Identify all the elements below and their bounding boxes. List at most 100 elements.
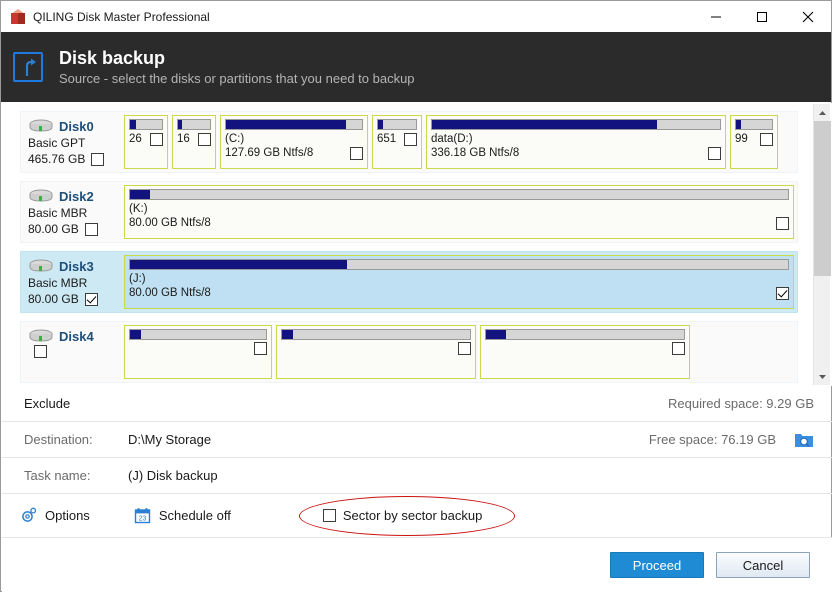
exclude-label[interactable]: Exclude (24, 396, 70, 411)
task-name-label: Task name: (24, 468, 91, 483)
partition-footer: 16 (177, 132, 211, 147)
partition-list: (K:) 80.00 GB Ntfs/8 (124, 185, 794, 239)
disk-row[interactable]: Disk0 Basic GPT 465.76 GB 26 16 (C:) 127.69 GB… (20, 111, 798, 173)
required-space: Required space: 9.29 GB (668, 396, 814, 411)
proceed-button[interactable]: Proceed (610, 552, 704, 578)
page-header: Disk backup Source - select the disks or… (1, 32, 831, 102)
partition-size: 336.18 GB Ntfs/8 (431, 147, 520, 159)
disk-checkbox[interactable] (84, 292, 98, 306)
exclude-row[interactable]: Exclude Required space: 9.29 GB (2, 386, 832, 422)
svg-text:23: 23 (138, 515, 146, 522)
partition-list: (J:) 80.00 GB Ntfs/8 (124, 255, 794, 309)
partition-size: 127.69 GB Ntfs/8 (225, 147, 314, 159)
disk-type: Basic MBR (28, 206, 88, 220)
maximize-icon[interactable] (739, 1, 785, 32)
task-name-value[interactable]: (J) Disk backup (128, 468, 218, 483)
destination-value[interactable]: D:\My Storage (128, 432, 211, 447)
task-name-row[interactable]: Task name: (J) Disk backup (2, 458, 832, 494)
sector-by-sector-checkbox[interactable] (322, 509, 336, 522)
partition-card[interactable]: 651 (372, 115, 422, 169)
disk-type: Basic MBR (28, 276, 88, 290)
partition-size: 80.00 GB Ntfs/8 (129, 217, 211, 229)
sector-by-sector-label: Sector by sector backup (342, 508, 483, 523)
partition-checkbox[interactable] (350, 147, 363, 160)
chevron-up-icon[interactable] (814, 104, 831, 121)
disk-row[interactable]: Disk2 Basic MBR 80.00 GB (K:) 80.00 GB Ntfs/… (20, 181, 798, 243)
destination-label: Destination: (24, 432, 93, 447)
partition-card[interactable]: (C:) 127.69 GB Ntfs/8 (220, 115, 368, 169)
partition-card[interactable] (480, 325, 690, 379)
partition-footer: 26 (129, 132, 163, 147)
cancel-button[interactable]: Cancel (716, 552, 810, 578)
title-bar: QILING Disk Master Professional (1, 1, 831, 32)
partition-usage-bar (129, 259, 789, 270)
disk-checkbox[interactable] (84, 222, 98, 236)
disk-row[interactable]: Disk3 Basic MBR 80.00 GB (J:) 80.00 GB Ntfs/… (20, 251, 798, 313)
disk-summary: Disk4 (24, 325, 124, 379)
partition-checkbox[interactable] (776, 217, 789, 230)
disk-checkbox[interactable] (34, 345, 47, 358)
partition-footer: 651 (377, 132, 417, 147)
disk-size: 80.00 GB (28, 292, 79, 306)
partition-checkbox[interactable] (672, 342, 685, 355)
partition-checkbox[interactable] (198, 133, 211, 146)
partition-card[interactable]: 26 (124, 115, 168, 169)
partition-footer (281, 342, 471, 355)
schedule-button[interactable]: 23 Schedule off (134, 507, 231, 524)
partition-checkbox[interactable] (458, 342, 471, 355)
vertical-scrollbar[interactable] (813, 104, 831, 385)
cube-icon (10, 8, 26, 25)
partition-checkbox[interactable] (150, 133, 163, 146)
application-window: QILING Disk Master Professional Disk bac… (0, 0, 832, 592)
partition-usage-bar (225, 119, 363, 130)
disk-name: Disk4 (59, 328, 94, 344)
options-label: Options (45, 508, 90, 523)
gear-icon (20, 507, 37, 524)
disk-backup-icon (13, 52, 43, 82)
partition-checkbox[interactable] (404, 133, 417, 146)
partition-list: 26 16 (C:) 127.69 GB Ntfs/8 651 data(D:) 336.1… (124, 115, 794, 169)
partition-footer: 80.00 GB Ntfs/8 (129, 216, 789, 231)
disk-row[interactable]: Disk4 (20, 321, 798, 383)
hard-disk-icon (28, 189, 54, 203)
partition-card[interactable]: 99 (730, 115, 778, 169)
options-button[interactable]: Options (20, 507, 90, 524)
schedule-label: Schedule off (158, 508, 231, 523)
disk-checkbox[interactable] (91, 152, 105, 166)
disk-name: Disk2 (59, 188, 94, 204)
chevron-down-icon[interactable] (814, 368, 831, 385)
partition-card[interactable] (124, 325, 272, 379)
partition-card[interactable] (276, 325, 476, 379)
partition-card[interactable]: (J:) 80.00 GB Ntfs/8 (124, 255, 794, 309)
partition-size: 16 (177, 133, 190, 145)
partition-card[interactable]: (K:) 80.00 GB Ntfs/8 (124, 185, 794, 239)
disk-name: Disk0 (59, 118, 94, 134)
partition-footer (485, 342, 685, 355)
info-panel: Exclude Required space: 9.29 GB Destinat… (2, 386, 832, 494)
partition-checkbox[interactable] (776, 287, 789, 300)
partition-size: 80.00 GB Ntfs/8 (129, 287, 211, 299)
close-icon[interactable] (785, 1, 831, 32)
disk-list[interactable]: Disk0 Basic GPT 465.76 GB 26 16 (C:) 127.69 GB… (2, 103, 832, 386)
partition-label: (K:) (129, 203, 148, 215)
partition-card[interactable]: data(D:) 336.18 GB Ntfs/8 (426, 115, 726, 169)
partition-label: data(D:) (431, 133, 473, 145)
action-bar: Options 23 Schedule off Sector by sector… (2, 494, 832, 538)
disk-size: 80.00 GB (28, 222, 79, 236)
partition-checkbox[interactable] (760, 133, 773, 146)
page-subtitle: Source - select the disks or partitions … (59, 70, 415, 86)
partition-card[interactable]: 16 (172, 115, 216, 169)
partition-checkbox[interactable] (254, 342, 267, 355)
partition-footer: 99 (735, 132, 773, 147)
partition-usage-bar (281, 329, 471, 340)
window-controls (693, 1, 831, 32)
scrollbar-thumb[interactable] (814, 121, 831, 276)
destination-row[interactable]: Destination: D:\My Storage Free space: 7… (2, 422, 832, 458)
partition-usage-bar (129, 119, 163, 130)
minimize-icon[interactable] (693, 1, 739, 32)
folder-search-icon[interactable] (794, 431, 814, 449)
partition-checkbox[interactable] (708, 147, 721, 160)
page-title: Disk backup (59, 47, 166, 68)
calendar-icon: 23 (134, 507, 151, 524)
sector-by-sector-option[interactable]: Sector by sector backup (298, 496, 515, 536)
